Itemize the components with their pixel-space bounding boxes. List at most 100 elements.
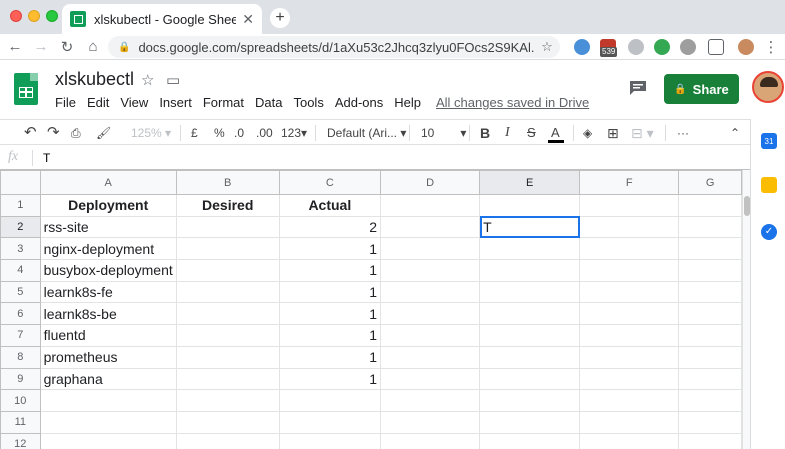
column-header-c[interactable]: C [278,170,382,195]
cell-b[interactable] [175,410,280,434]
cell-f[interactable] [579,389,680,412]
zoom-select[interactable]: 125% ▾ [131,124,171,142]
cell-a[interactable]: learnk8s-fe [39,280,177,304]
share-button[interactable]: 🔒 Share [664,74,739,104]
vertical-scrollbar[interactable] [742,170,750,449]
menu-insert[interactable]: Insert [159,95,192,110]
row-header[interactable]: 9 [0,367,41,391]
row-header[interactable]: 5 [0,280,41,304]
cell-d[interactable] [380,215,481,239]
row-header[interactable]: 8 [0,345,41,369]
back-arrow-icon[interactable]: ← [6,38,24,55]
cell-e[interactable] [479,194,581,217]
star-icon[interactable]: ☆ [141,71,154,89]
cell-e[interactable] [479,324,581,347]
bold-button[interactable]: B [480,124,490,142]
cell-f[interactable] [579,432,680,449]
extension-grid-icon[interactable] [708,39,724,55]
cell-c[interactable]: 1 [278,259,382,282]
cell-d[interactable] [380,410,481,434]
cell-c[interactable]: 1 [278,324,382,347]
formula-input[interactable]: T [43,151,50,165]
cell-a[interactable]: Deployment [39,194,177,217]
calendar-icon[interactable]: 31 [761,133,777,149]
cell-f[interactable] [579,215,680,239]
menu-file[interactable]: File [55,95,76,110]
cell-g[interactable] [678,237,742,261]
extension-5-icon[interactable] [680,39,696,55]
cell-a[interactable]: rss-site [39,215,177,239]
row-header[interactable]: 4 [0,259,41,282]
extension-1-icon[interactable] [574,39,590,55]
merge-cells-icon[interactable]: ⊟ ▾ [631,124,654,142]
column-header-d[interactable]: D [380,170,481,195]
font-size-select[interactable]: 10 ▾ [421,124,466,142]
row-header[interactable]: 1 [0,194,41,217]
cell-d[interactable] [380,432,481,449]
cell-a[interactable] [39,432,177,449]
reload-icon[interactable]: ↻ [58,38,76,56]
borders-icon[interactable]: ⊞ [607,124,619,142]
menu-help[interactable]: Help [394,95,421,110]
cell-f[interactable] [579,345,680,369]
cell-c[interactable] [278,389,382,412]
cell-c[interactable]: 1 [278,237,382,261]
cell-e[interactable] [479,259,581,282]
cell-d[interactable] [380,259,481,282]
cell-a[interactable] [39,389,177,412]
home-icon[interactable]: ⌂ [84,38,102,55]
cell-c[interactable]: 1 [278,345,382,369]
move-folder-icon[interactable]: ▭ [166,71,180,89]
cell-d[interactable] [380,237,481,261]
window-minimize-button[interactable] [28,10,40,22]
browser-menu-icon[interactable]: ⋮ [762,38,780,56]
cell-d[interactable] [380,194,481,217]
cell-b[interactable] [175,302,280,326]
browser-tab-active[interactable]: xlskubectl - Google Sheets ✕ [62,4,262,34]
cell-f[interactable] [579,367,680,391]
cell-a[interactable]: nginx-deployment [39,237,177,261]
new-tab-button[interactable]: + [270,8,290,28]
bookmark-star-icon[interactable]: ☆ [534,39,560,55]
cell-f[interactable] [579,237,680,261]
cell-b[interactable] [175,237,280,261]
cell-f[interactable] [579,302,680,326]
cell-g[interactable] [678,432,742,449]
cell-c[interactable] [278,432,382,449]
cell-g[interactable] [678,280,742,304]
cell-a[interactable]: learnk8s-be [39,302,177,326]
account-avatar[interactable] [752,71,784,103]
cell-c[interactable]: 1 [278,280,382,304]
more-formats-select[interactable]: 123▾ [281,124,307,142]
cell-e[interactable] [479,410,581,434]
currency-format-button[interactable]: £ [191,124,198,142]
row-header[interactable]: 12 [0,432,41,449]
cell-e[interactable] [479,432,581,449]
cell-g[interactable] [678,367,742,391]
comments-icon[interactable] [628,80,648,96]
cell-e[interactable] [479,345,581,369]
cell-d[interactable] [380,302,481,326]
cell-b[interactable] [175,389,280,412]
sheets-logo-icon[interactable] [14,73,38,105]
cell-g[interactable] [678,389,742,412]
redo-icon[interactable]: ↷ [47,124,60,142]
cell-g[interactable] [678,324,742,347]
cell-d[interactable] [380,345,481,369]
cell-b[interactable]: Desired [175,194,280,217]
menu-view[interactable]: View [120,95,148,110]
cell-e[interactable] [479,237,581,261]
cell-e[interactable] [479,302,581,326]
save-status-link[interactable]: All changes saved in Drive [436,95,589,110]
fill-color-icon[interactable]: ◈ [583,124,592,142]
cell-b[interactable] [175,215,280,239]
column-header-a[interactable]: A [39,170,177,195]
cell-c[interactable]: Actual [278,194,382,217]
cell-b[interactable] [175,367,280,391]
column-header-f[interactable]: F [579,170,680,195]
cell-g[interactable] [678,194,742,217]
row-header[interactable]: 6 [0,302,41,326]
cell-b[interactable] [175,345,280,369]
column-header-g[interactable]: G [678,170,742,195]
cell-b[interactable] [175,324,280,347]
